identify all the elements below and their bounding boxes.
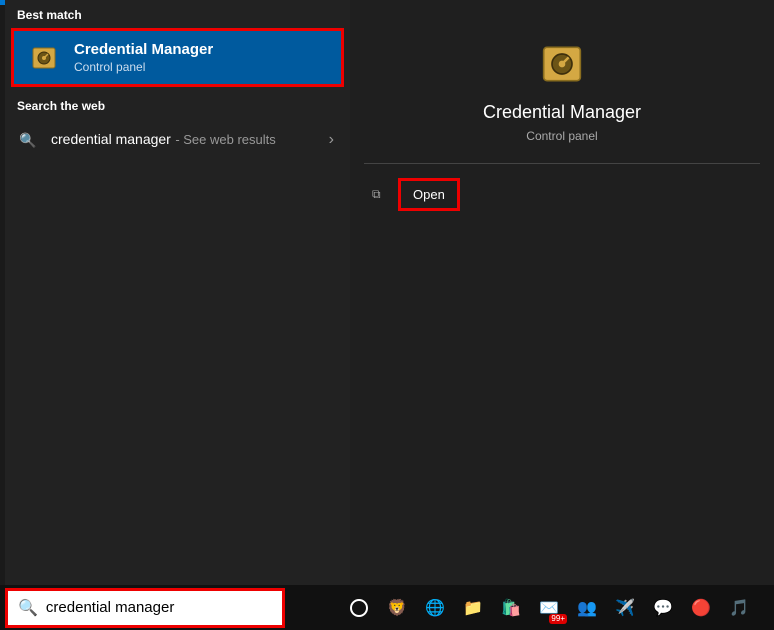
brave-icon[interactable]: 🦁 — [383, 594, 411, 622]
taskbar-search[interactable]: 🔍 — [5, 588, 285, 628]
web-query: credential manager — [51, 131, 171, 147]
telegram-icon[interactable]: ✈️ — [611, 594, 639, 622]
teams-icon[interactable]: 👥 — [573, 594, 601, 622]
web-suffix: - See web results — [175, 132, 275, 147]
search-icon: 🔍 — [19, 132, 37, 149]
whatsapp-icon[interactable]: 💬 — [649, 594, 677, 622]
chevron-right-icon: › — [329, 131, 334, 149]
best-match-credential-manager[interactable]: Credential Manager Control panel — [11, 28, 344, 87]
open-label: Open — [398, 178, 460, 211]
divider — [364, 163, 760, 164]
web-result-item[interactable]: 🔍 credential manager - See web results › — [5, 119, 350, 161]
store-icon[interactable]: 🛍️ — [497, 594, 525, 622]
search-icon: 🔍 — [18, 598, 38, 618]
open-icon: ⧉ — [372, 187, 388, 202]
best-match-subtitle: Control panel — [74, 60, 213, 74]
search-web-label: Search the web — [5, 91, 350, 119]
explorer-icon[interactable]: 📁 — [459, 594, 487, 622]
detail-subtitle: Control panel — [350, 129, 774, 143]
search-input[interactable] — [46, 599, 272, 616]
best-match-label: Best match — [5, 0, 350, 28]
cortana-icon[interactable] — [345, 594, 373, 622]
chrome-icon[interactable]: 🔴 — [687, 594, 715, 622]
search-results-panel: Best match Credential Manager Control pa… — [5, 0, 350, 585]
mail-icon[interactable]: ✉️ — [535, 594, 563, 622]
vault-icon — [28, 42, 60, 74]
spotify-icon[interactable]: 🎵 — [725, 594, 753, 622]
detail-panel: Credential Manager Control panel ⧉ Open — [350, 0, 774, 585]
taskbar: 🔍 🦁 🌐 📁 🛍️ ✉️ 👥 ✈️ 💬 🔴 🎵 — [0, 585, 774, 630]
edge-icon[interactable]: 🌐 — [421, 594, 449, 622]
detail-title: Credential Manager — [350, 102, 774, 123]
best-match-title: Credential Manager — [74, 41, 213, 58]
open-action[interactable]: ⧉ Open — [350, 170, 774, 219]
vault-icon-large — [536, 38, 588, 90]
